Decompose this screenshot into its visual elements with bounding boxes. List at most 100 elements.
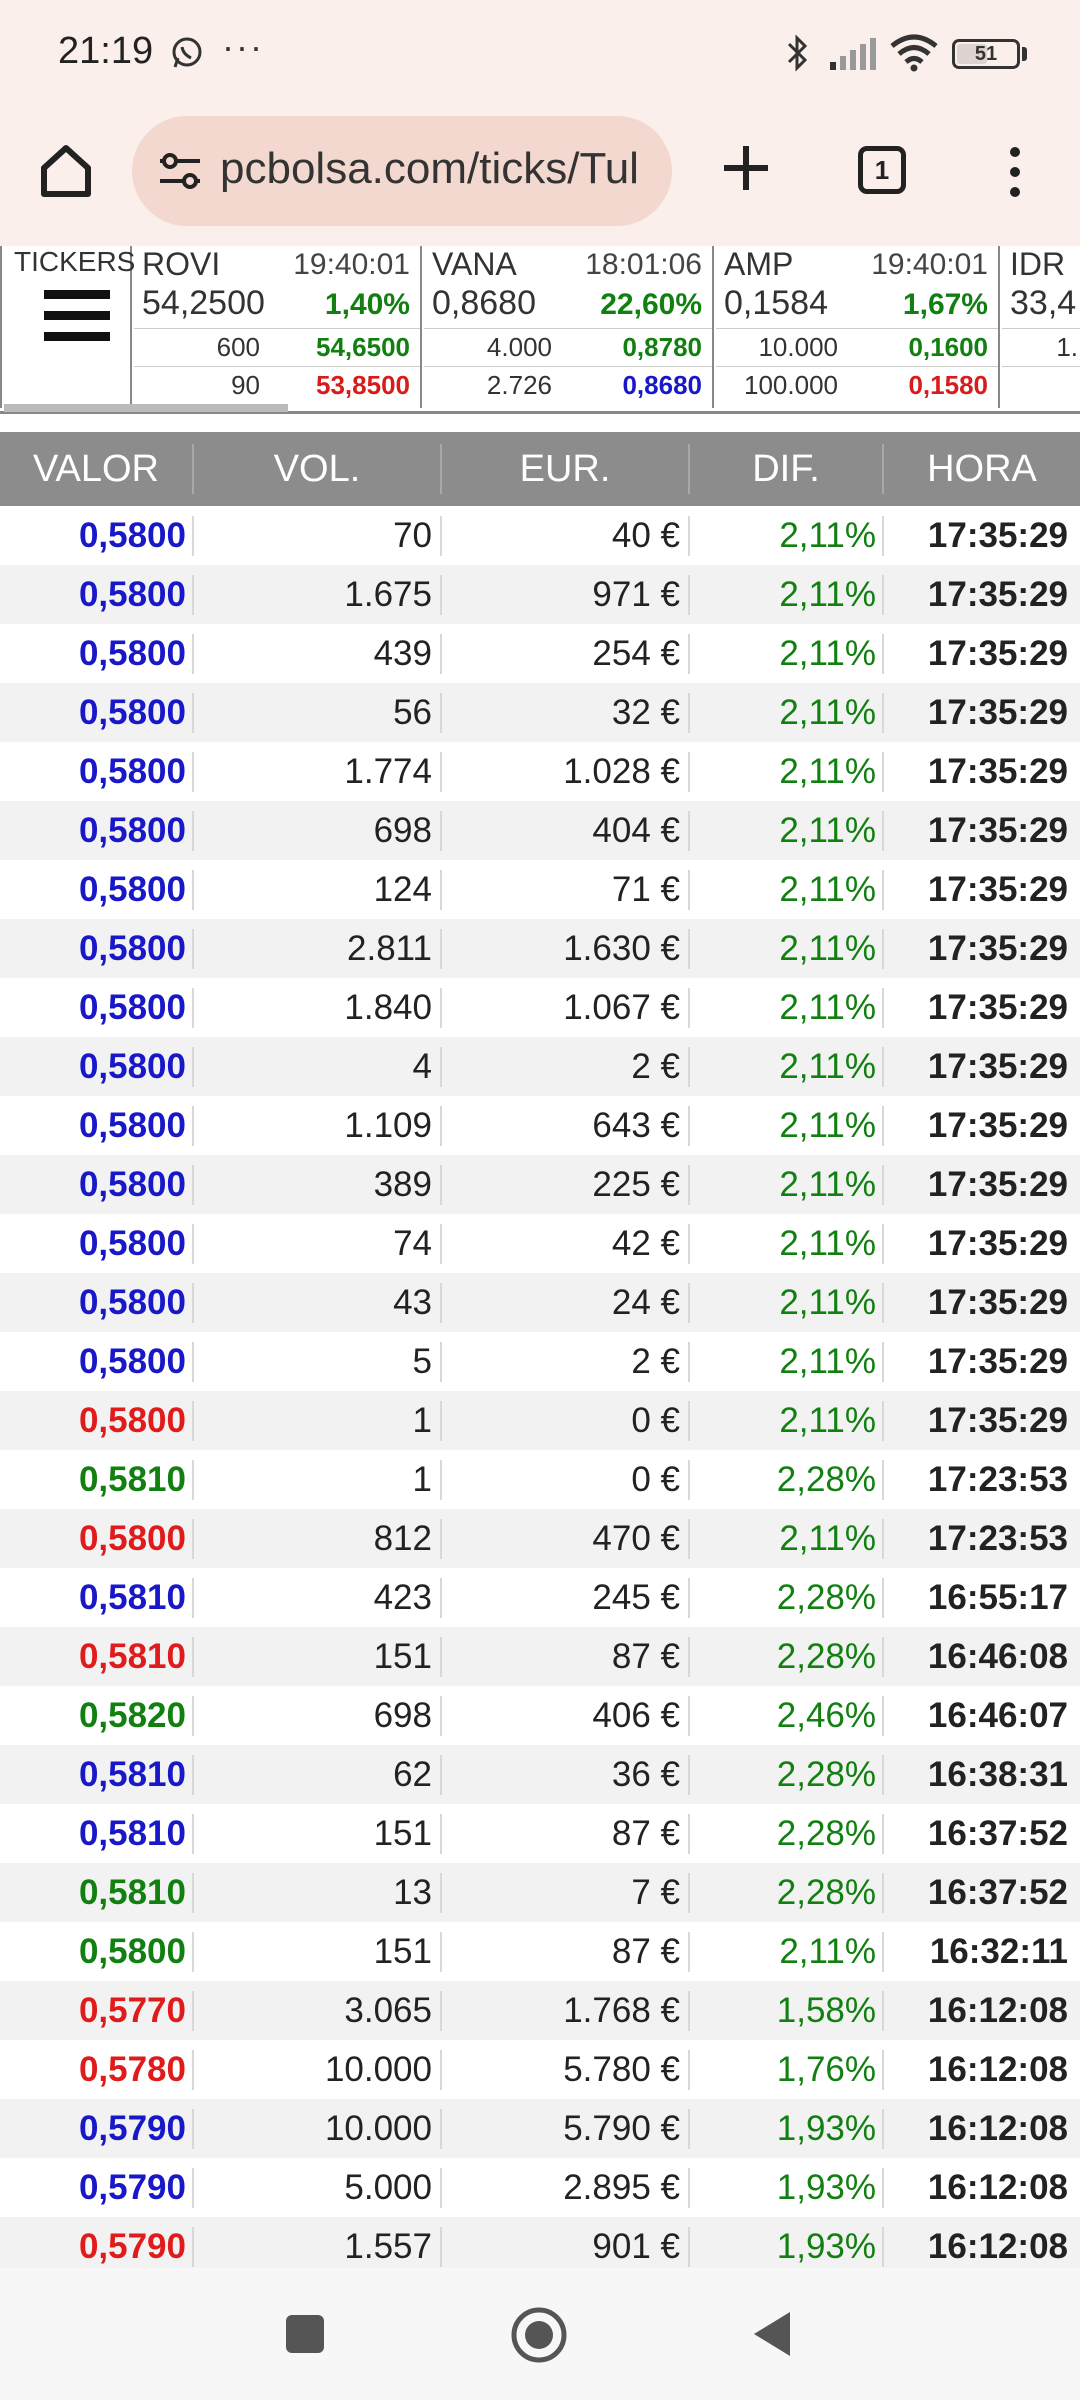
cell-valor: 0,5800 <box>78 1401 186 1440</box>
table-row[interactable]: 0,5800 812 470 € 2,11% 17:23:53 <box>0 1509 1080 1568</box>
back-icon[interactable] <box>752 2310 792 2358</box>
column-separator <box>192 1755 194 1795</box>
cell-valor: 0,5780 <box>78 2050 186 2089</box>
table-row[interactable]: 0,5800 1.675 971 € 2,11% 17:35:29 <box>0 565 1080 624</box>
hamburger-menu-icon[interactable] <box>44 288 110 344</box>
home-icon[interactable] <box>36 140 96 200</box>
table-row[interactable]: 0,5800 43 24 € 2,11% 17:35:29 <box>0 1273 1080 1332</box>
ticker-idr[interactable]: IDR 33,4 1. <box>1002 246 1080 408</box>
home-circle-icon[interactable] <box>510 2306 568 2364</box>
column-separator <box>192 2168 194 2208</box>
table-row[interactable]: 0,5790 10.000 5.790 € 1,93% 16:12:08 <box>0 2099 1080 2158</box>
column-header-dif[interactable]: DIF. <box>690 432 882 506</box>
table-row[interactable]: 0,5810 1 0 € 2,28% 17:23:53 <box>0 1450 1080 1509</box>
column-separator <box>440 2050 442 2090</box>
table-row[interactable]: 0,5820 698 406 € 2,46% 16:46:07 <box>0 1686 1080 1745</box>
column-header-vol[interactable]: VOL. <box>194 432 440 506</box>
table-row[interactable]: 0,5800 124 71 € 2,11% 17:35:29 <box>0 860 1080 919</box>
cell-hora: 16:38:31 <box>927 1755 1068 1794</box>
address-bar[interactable]: pcbolsa.com/ticks/Tul <box>132 116 672 226</box>
ticker-bid-volume: 600 <box>216 332 260 362</box>
cell-dif: 2,11% <box>779 752 876 791</box>
table-row[interactable]: 0,5780 10.000 5.780 € 1,76% 16:12:08 <box>0 2040 1080 2099</box>
ticker-rovi[interactable]: ROVI 19:40:01 54,2500 1,40% 600 54,6500 … <box>134 246 422 408</box>
table-row[interactable]: 0,5800 698 404 € 2,11% 17:35:29 <box>0 801 1080 860</box>
cell-hora: 16:55:17 <box>927 1578 1068 1617</box>
table-row[interactable]: 0,5800 389 225 € 2,11% 17:35:29 <box>0 1155 1080 1214</box>
column-separator <box>882 929 884 969</box>
cell-dif: 1,76% <box>776 2050 876 2089</box>
cell-vol: 389 <box>373 1165 432 1204</box>
table-row[interactable]: 0,5800 1.840 1.067 € 2,11% 17:35:29 <box>0 978 1080 1037</box>
ticker-strip[interactable]: TICKERS ROVI 19:40:01 54,2500 1,40% 600 … <box>0 246 1080 414</box>
table-row[interactable]: 0,5800 1.109 643 € 2,11% 17:35:29 <box>0 1096 1080 1155</box>
table-row[interactable]: 0,5800 5 2 € 2,11% 17:35:29 <box>0 1332 1080 1391</box>
site-settings-icon[interactable] <box>158 151 202 191</box>
column-separator <box>192 1578 194 1618</box>
cell-dif: 2,28% <box>776 1755 876 1794</box>
table-row[interactable]: 0,5810 62 36 € 2,28% 16:38:31 <box>0 1745 1080 1804</box>
cell-valor: 0,5800 <box>78 516 186 555</box>
table-row[interactable]: 0,5810 151 87 € 2,28% 16:37:52 <box>0 1804 1080 1863</box>
cell-hora: 17:35:29 <box>927 1224 1068 1263</box>
ticker-low: 0,8680 <box>622 370 702 400</box>
column-separator <box>882 2109 884 2149</box>
table-row[interactable]: 0,5800 2.811 1.630 € 2,11% 17:35:29 <box>0 919 1080 978</box>
cell-hora: 16:32:11 <box>929 1932 1068 1971</box>
tab-switcher-button[interactable]: 1 <box>858 146 906 194</box>
cell-dif: 2,11% <box>779 575 876 614</box>
cell-valor: 0,5810 <box>78 1873 186 1912</box>
cell-dif: 2,11% <box>779 1106 876 1145</box>
column-header-valor[interactable]: VALOR <box>0 432 192 506</box>
column-separator <box>192 1165 194 1205</box>
new-tab-icon[interactable] <box>718 140 774 196</box>
ticker-scrollbar[interactable] <box>4 404 288 412</box>
cell-hora: 16:12:08 <box>927 2109 1068 2148</box>
column-separator <box>440 1047 442 1087</box>
column-separator <box>882 1047 884 1087</box>
column-header-eur[interactable]: EUR. <box>442 432 688 506</box>
table-row[interactable]: 0,5800 439 254 € 2,11% 17:35:29 <box>0 624 1080 683</box>
table-row[interactable]: 0,5800 151 87 € 2,11% 16:32:11 <box>0 1922 1080 1981</box>
cell-dif: 1,93% <box>776 2168 876 2207</box>
column-separator <box>440 811 442 851</box>
table-row[interactable]: 0,5790 5.000 2.895 € 1,93% 16:12:08 <box>0 2158 1080 2217</box>
ticker-vana[interactable]: VANA 18:01:06 0,8680 22,60% 4.000 0,8780… <box>424 246 714 408</box>
column-separator <box>192 870 194 910</box>
table-row[interactable]: 0,5810 13 7 € 2,28% 16:37:52 <box>0 1863 1080 1922</box>
cell-valor: 0,5800 <box>78 1519 186 1558</box>
table-row[interactable]: 0,5810 423 245 € 2,28% 16:55:17 <box>0 1568 1080 1627</box>
column-separator <box>192 1401 194 1441</box>
column-separator <box>440 2109 442 2149</box>
cell-vol: 151 <box>373 1814 432 1853</box>
cell-dif: 2,11% <box>779 1342 876 1381</box>
table-row[interactable]: 0,5800 4 2 € 2,11% 17:35:29 <box>0 1037 1080 1096</box>
cell-hora: 16:12:08 <box>927 2050 1068 2089</box>
more-options-icon[interactable] <box>1000 142 1030 202</box>
url-text[interactable]: pcbolsa.com/ticks/Tul <box>220 144 639 194</box>
table-row[interactable]: 0,5800 1 0 € 2,11% 17:35:29 <box>0 1391 1080 1450</box>
cell-vol: 1 <box>412 1401 432 1440</box>
table-row[interactable]: 0,5800 74 42 € 2,11% 17:35:29 <box>0 1214 1080 1273</box>
table-row[interactable]: 0,5800 56 32 € 2,11% 17:35:29 <box>0 683 1080 742</box>
column-separator <box>192 2109 194 2149</box>
cell-eur: 225 € <box>592 1165 680 1204</box>
table-row[interactable]: 0,5800 70 40 € 2,11% 17:35:29 <box>0 506 1080 565</box>
column-header-hora[interactable]: HORA <box>884 432 1080 506</box>
ticker-divider <box>424 366 712 367</box>
tickers-menu[interactable]: TICKERS <box>0 246 135 408</box>
table-row[interactable]: 0,5800 1.774 1.028 € 2,11% 17:35:29 <box>0 742 1080 801</box>
column-separator <box>192 2050 194 2090</box>
column-separator <box>192 1047 194 1087</box>
recent-apps-icon[interactable] <box>286 2315 324 2353</box>
table-row[interactable]: 0,5770 3.065 1.768 € 1,58% 16:12:08 <box>0 1981 1080 2040</box>
column-separator <box>688 634 690 674</box>
table-row[interactable]: 0,5810 151 87 € 2,28% 16:46:08 <box>0 1627 1080 1686</box>
cell-dif: 2,11% <box>779 516 876 555</box>
cell-hora: 16:37:52 <box>927 1873 1068 1912</box>
column-separator <box>440 2227 442 2267</box>
ticker-amp[interactable]: AMP 19:40:01 0,1584 1,67% 10.000 0,1600 … <box>716 246 1000 408</box>
column-separator <box>688 1873 690 1913</box>
cell-vol: 13 <box>393 1873 432 1912</box>
column-separator <box>882 1106 884 1146</box>
